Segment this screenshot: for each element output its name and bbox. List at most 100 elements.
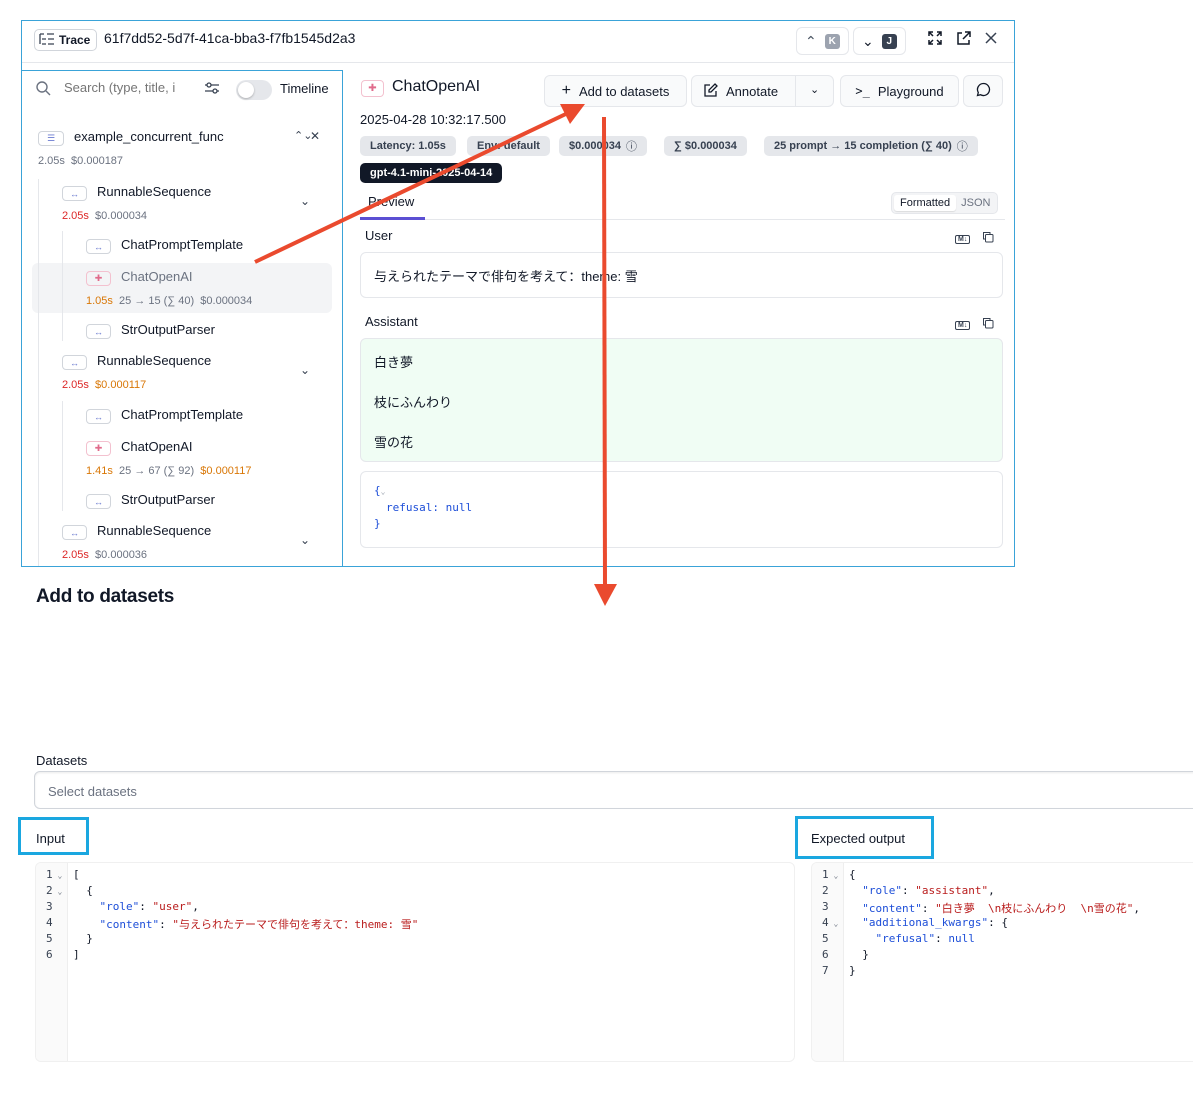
input-label: Input [36,831,65,846]
trace-id: 61f7dd52-5d7f-41ca-bba3-f7fb1545d2a3 [104,30,356,46]
tree-item-label: ChatPromptTemplate [121,237,244,252]
assistant-label: Assistant [365,314,418,329]
llm-icon: ✚ [361,80,384,97]
code-line: "role": "user", [99,900,199,913]
copy-icon[interactable] [982,316,994,334]
user-message-actions: M↓ [955,230,994,248]
chevron-down-icon[interactable]: ⌄ [300,194,310,208]
chevron-down-icon[interactable]: ⌄ [810,83,819,96]
tree-item-chat-openai[interactable]: ✚ ChatOpenAI 1.41s 25 → 67 (∑ 92) $0.000… [86,437,326,477]
assistant-line: 枝にふんわり [374,395,453,410]
tree-item-chat-openai-selected[interactable]: ✚ ChatOpenAI 1.05s 25 → 15 (∑ 40) $0.000… [86,267,326,307]
line-number: 6 [46,948,53,961]
search-row: Timeline [22,71,342,109]
trace-tree-panel: Timeline ☰ example_concurrent_func 2.05s… [22,70,343,566]
user-message-box: 与えられたテーマで俳句を考えて：theme: 雪 [360,252,1003,298]
trace-badge-label: Trace [59,33,91,47]
expected-output-editor[interactable]: 1 ⌄ 2 3 4 ⌄ 5 6 7 { "role": "assistant",… [811,862,1193,1062]
code-line: } [849,964,856,977]
info-icon[interactable]: ⓘ [957,138,968,154]
json-open-brace: {⌄ [374,484,386,497]
chain-icon: ☰ [38,131,64,146]
code-line: } [849,948,869,961]
tree-item-label: ChatOpenAI [121,269,193,284]
search-icon [36,81,51,101]
user-label: User [365,228,393,243]
run-timestamp: 2025-04-28 10:32:17.500 [360,112,507,127]
code-line: ] [73,948,80,961]
tree-item-meta: 2.05s $0.000034 [62,210,148,222]
add-to-datasets-button[interactable]: + Add to datasets [544,75,687,107]
markdown-icon[interactable]: M↓ [955,234,971,244]
tree-item-runnable-sequence[interactable]: ↔ RunnableSequence 2.05s $0.000036 ⌄ [62,521,332,561]
format-toggle: Formatted JSON [891,192,999,214]
close-icon[interactable] [982,29,1000,47]
filter-icon[interactable] [204,81,220,100]
info-icon[interactable]: ⓘ [626,138,637,154]
parser-icon: ↔ [86,494,111,509]
tab-preview[interactable]: Preview [368,194,414,209]
code-line: { [849,868,856,881]
terminal-icon: >_ [855,84,870,98]
search-input[interactable] [64,80,188,95]
formatted-option[interactable]: Formatted [894,195,957,211]
assistant-line: 雪の花 [374,435,414,450]
tree-root-item[interactable]: ☰ example_concurrent_func 2.05s $0.00018… [38,127,338,167]
input-editor[interactable]: 1 ⌄ 2 ⌄ 3 4 5 6 [ { "role": "user", "con… [35,862,795,1062]
line-number: 5 [46,932,53,945]
line-number: 7 [822,964,829,977]
timeline-toggle[interactable] [236,80,272,100]
expand-icon[interactable] [926,29,944,47]
user-message-text: 与えられたテーマで俳句を考えて：theme: 雪 [374,269,638,284]
form-title: Add to datasets [36,586,175,607]
markdown-icon[interactable]: M↓ [955,320,971,330]
button-divider [795,76,796,106]
line-number: 6 [822,948,829,961]
edit-icon [704,82,718,100]
copy-icon[interactable] [982,230,994,248]
latency-chip: Latency: 1.05s [360,136,456,156]
annotate-label: Annotate [726,83,779,99]
parser-icon: ↔ [86,324,111,339]
json-option[interactable]: JSON [956,195,995,211]
code-line: } [73,932,93,945]
line-number: 4 ⌄ [822,916,839,929]
tab-active-underline [360,217,425,220]
line-number: 1 ⌄ [822,868,839,881]
tokens-chip-label: 25 prompt → 15 completion (∑ 40) [774,140,952,152]
previous-run-button[interactable]: ⌃ K [796,27,849,55]
line-number: 4 [46,916,53,929]
tree-item-label: RunnableSequence [97,353,212,368]
tree-item-meta: 1.05s 25 → 15 (∑ 40) $0.000034 [86,295,253,307]
next-run-button[interactable]: ⌄ J [853,27,906,55]
tree-item-runnable-sequence[interactable]: ↔ RunnableSequence 2.05s $0.000034 ⌄ [62,182,332,222]
prompt-icon: ↔ [86,239,111,254]
datasets-placeholder: Select datasets [48,784,137,799]
json-close-brace: } [374,517,381,530]
run-title: ChatOpenAI [392,78,481,95]
tree-item-label: ChatPromptTemplate [121,407,244,422]
tree-item-label: RunnableSequence [97,523,212,538]
collapse-x-icon[interactable]: ✕ [310,129,320,143]
chevron-down-icon[interactable]: ⌄ [300,363,310,377]
annotation-arrowhead [594,584,617,606]
annotate-button[interactable]: Annotate ⌄ [691,75,834,107]
plus-icon: + [561,82,571,99]
tree-item-runnable-sequence[interactable]: ↔ RunnableSequence 2.05s $0.000117 ⌄ [62,351,332,391]
tree-item-label: StrOutputParser [121,322,215,337]
shortcut-k: K [824,33,840,49]
open-external-icon[interactable] [954,29,972,47]
timeline-label: Timeline [280,81,329,96]
comment-button[interactable] [963,75,1003,107]
prompt-icon: ↔ [86,409,111,424]
code-line: { [73,884,93,897]
chain-link-icon: ↔ [62,525,87,540]
line-number: 5 [822,932,829,945]
expected-output-label: Expected output [811,831,905,846]
tree-root-name: example_concurrent_func [74,129,224,144]
playground-button[interactable]: >_ Playground [840,75,959,107]
datasets-select[interactable]: Select datasets [34,771,1193,809]
code-line: "role": "assistant", [862,884,995,897]
cost-chip: $0.000034 ⓘ [559,136,647,156]
chevron-down-icon[interactable]: ⌄ [300,533,310,547]
